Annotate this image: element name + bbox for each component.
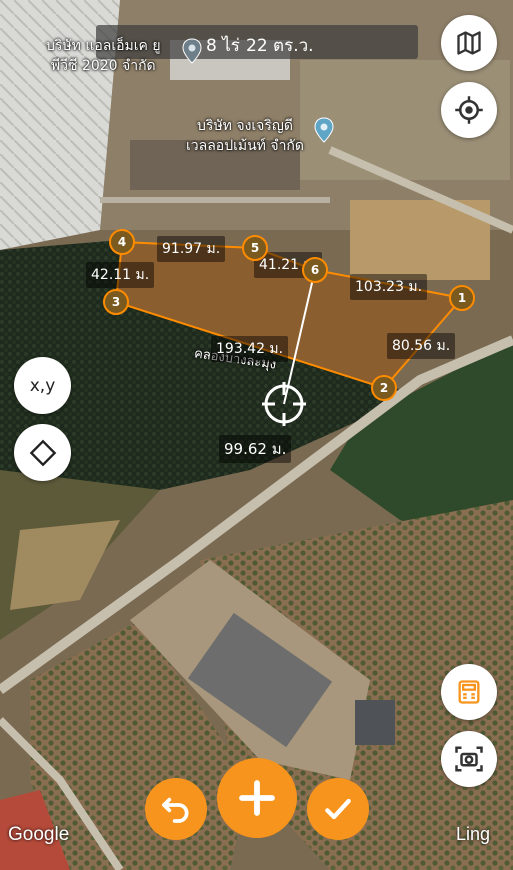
check-icon: [325, 798, 351, 820]
crosshair-icon: [455, 96, 483, 124]
place-line: บริษัท จงเจริญดี: [197, 118, 293, 134]
plus-icon: [239, 780, 275, 816]
vertex-marker[interactable]: 6: [302, 257, 328, 283]
coordinates-button[interactable]: x,y: [14, 357, 71, 414]
cursor-distance-label: 99.62 ม.: [219, 435, 292, 463]
coordinates-label: x,y: [29, 375, 56, 396]
vertex-marker[interactable]: 3: [103, 289, 129, 315]
place-line: เวลลอปเม้นท์ จำกัด: [186, 138, 304, 154]
calculator-icon: [458, 680, 480, 704]
confirm-button[interactable]: [307, 778, 369, 840]
area-rai: 8 ไร่: [206, 36, 240, 56]
distance-label: 91.97 ม.: [157, 236, 226, 262]
distance-label: 42.11 ม.: [86, 262, 155, 288]
distance-label: 80.56 ม.: [387, 333, 456, 359]
map-icon: [457, 31, 481, 55]
add-point-button[interactable]: [217, 758, 297, 838]
place-line: บริษัท แอลเอ็มเค ยู: [46, 38, 161, 54]
undo-icon: [162, 797, 189, 823]
undo-button[interactable]: [145, 778, 207, 840]
app-logo: Ling: [456, 824, 491, 844]
locate-button[interactable]: [441, 82, 497, 138]
vertex-marker[interactable]: 2: [371, 375, 397, 401]
vertex-marker[interactable]: 1: [449, 285, 475, 311]
map-layers-button[interactable]: [441, 15, 497, 71]
distance-label: 103.23 ม.: [350, 274, 428, 300]
map-pin-icon: [182, 38, 202, 64]
place-label-jongcharoen: บริษัท จงเจริญดี เวลลอปเม้นท์ จำกัด: [186, 116, 304, 156]
google-logo: Google: [8, 824, 70, 845]
screenshot-button[interactable]: [441, 731, 497, 787]
area-wa: 22 ตร.ว.: [246, 36, 314, 56]
vertex-marker[interactable]: 5: [242, 235, 268, 261]
vertex-marker[interactable]: 4: [109, 229, 135, 255]
place-label-lmk: บริษัท แอลเอ็มเค ยู พีวีซี 2020 จำกัด: [46, 36, 161, 76]
diamond-icon: [29, 439, 56, 466]
distance-label: 193.42 ม.: [211, 336, 289, 362]
calculator-button[interactable]: [441, 664, 497, 720]
camera-icon: [455, 746, 483, 772]
vertex-edit-button[interactable]: [14, 424, 71, 481]
map-pin-icon: [314, 117, 334, 143]
place-line: พีวีซี 2020 จำกัด: [50, 58, 156, 74]
